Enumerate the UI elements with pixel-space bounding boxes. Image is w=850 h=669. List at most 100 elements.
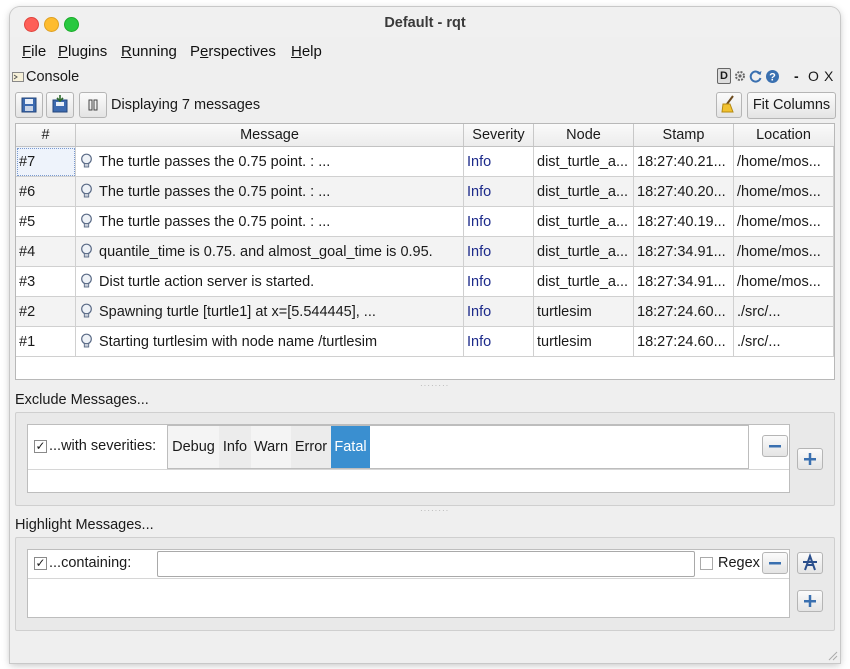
text-highlight-icon [803,553,817,571]
lightbulb-icon [81,153,92,168]
console-icon [12,72,24,82]
table-row[interactable]: #6 The turtle passes the 0.75 point. : ..… [16,177,834,207]
cell-number: #3 [16,267,76,297]
d-icon[interactable]: D [717,68,731,84]
cell-stamp: 18:27:40.19... [634,207,734,237]
add-exclude-filter-button[interactable] [797,448,823,470]
message-text: Spawning turtle [turtle1] at x=[5.544445… [99,304,376,320]
highlight-text-input[interactable] [157,551,695,577]
cell-message: The turtle passes the 0.75 point. : ... [76,177,464,207]
cell-severity: Info [464,327,534,357]
exclude-filter-list: ✓ ...with severities: Debug Info Warn Er… [27,424,790,493]
cell-stamp: 18:27:34.91... [634,267,734,297]
cell-message: Dist turtle action server is started. [76,267,464,297]
severity-filter-checkbox[interactable]: ✓ [34,440,47,453]
cell-severity: Info [464,237,534,267]
table-row[interactable]: #3 Dist turtle action server is started. I… [16,267,834,297]
message-text: Dist turtle action server is started. [99,274,315,290]
add-highlight-filter-button[interactable] [797,590,823,612]
table-row[interactable]: #7 The turtle passes the 0.75 point. : ..… [16,147,834,177]
cell-number: #6 [16,177,76,207]
refresh-icon[interactable] [749,69,763,83]
column-header-message[interactable]: Message [76,124,464,146]
highlight-style-button[interactable] [797,552,823,574]
save-button[interactable] [15,92,43,118]
gear-icon[interactable] [733,69,747,83]
severity-warn[interactable]: Warn [251,426,291,468]
menu-help[interactable]: Help [291,43,322,60]
cell-location: ./src/... [734,327,834,357]
console-toolbar: Displaying 7 messages Fit Columns [10,92,840,120]
cell-location: /home/mos... [734,147,834,177]
remove-highlight-filter-button[interactable] [762,552,788,574]
title-bar: Default - rqt [10,7,840,37]
menu-plugins[interactable]: Plugins [58,43,107,60]
column-header-location[interactable]: Location [734,124,833,146]
severity-filter-label: ...with severities: [49,438,157,454]
column-header-stamp[interactable]: Stamp [634,124,734,146]
dock-close-button[interactable]: X [824,68,836,84]
dock-minimize-button[interactable]: - [794,68,806,84]
menu-perspectives[interactable]: Perspectives [190,43,276,60]
table-row[interactable]: #1 Starting turtlesim with node name /tur… [16,327,834,357]
load-button[interactable] [46,92,74,118]
cell-stamp: 18:27:24.60... [634,327,734,357]
severity-fatal[interactable]: Fatal [331,426,370,468]
splitter-handle[interactable]: ········ [420,381,449,390]
menu-running[interactable]: Running [121,43,177,60]
cell-node: turtlesim [534,327,634,357]
pause-button[interactable] [79,92,107,118]
cell-node: dist_turtle_a... [534,147,634,177]
cell-location: /home/mos... [734,267,834,297]
cell-location: ./src/... [734,297,834,327]
cell-severity: Info [464,147,534,177]
severity-debug[interactable]: Debug [168,426,219,468]
cell-node: dist_turtle_a... [534,207,634,237]
console-dock-header: Console D ? - O X [10,67,840,89]
menu-file[interactable]: File [22,43,46,60]
cell-message: The turtle passes the 0.75 point. : ... [76,207,464,237]
cell-severity: Info [464,177,534,207]
dock-float-button[interactable]: O [808,68,822,84]
regex-checkbox[interactable] [700,557,713,570]
lightbulb-icon [81,243,92,258]
regex-label: Regex [718,555,760,571]
text-filter-checkbox[interactable]: ✓ [34,557,47,570]
table-row[interactable]: #2 Spawning turtle [turtle1] at x=[5.5444… [16,297,834,327]
save-icon [21,97,37,113]
lightbulb-icon [81,333,92,348]
resize-grip-icon[interactable] [826,649,838,661]
cell-message: Starting turtlesim with node name /turtl… [76,327,464,357]
lightbulb-icon [81,273,92,288]
cell-node: dist_turtle_a... [534,237,634,267]
pause-icon [88,99,98,111]
lightbulb-icon [81,183,92,198]
cell-location: /home/mos... [734,237,834,267]
message-count-status: Displaying 7 messages [111,97,261,113]
fit-columns-button[interactable]: Fit Columns [747,92,836,119]
column-header-severity[interactable]: Severity [464,124,534,146]
clear-button[interactable] [716,92,742,118]
help-icon[interactable]: ? [765,69,780,84]
minus-icon [769,562,781,565]
cell-stamp: 18:27:34.91... [634,237,734,267]
menu-bar: File Plugins Running Perspectives Help [10,40,840,62]
column-header-number[interactable]: # [16,124,76,146]
exclude-messages-title: Exclude Messages... [15,392,149,408]
remove-exclude-filter-button[interactable] [762,435,788,457]
message-text: Starting turtlesim with node name /turtl… [99,334,378,350]
console-title: Console [26,69,80,85]
messages-table: # Message Severity Node Stamp Location #… [15,123,835,380]
minus-icon [769,445,781,448]
severity-info[interactable]: Info [219,426,251,468]
highlight-messages-group: ✓ ...containing: Regex [15,537,835,631]
splitter-handle-2[interactable]: ········ [420,506,449,515]
cell-stamp: 18:27:40.21... [634,147,734,177]
cell-number: #4 [16,237,76,267]
svg-text:?: ? [769,71,776,83]
table-row[interactable]: #4 quantile_time is 0.75. and almost_goal… [16,237,834,267]
severity-error[interactable]: Error [291,426,331,468]
cell-node: dist_turtle_a... [534,177,634,207]
column-header-node[interactable]: Node [534,124,634,146]
table-row[interactable]: #5 The turtle passes the 0.75 point. : ..… [16,207,834,237]
